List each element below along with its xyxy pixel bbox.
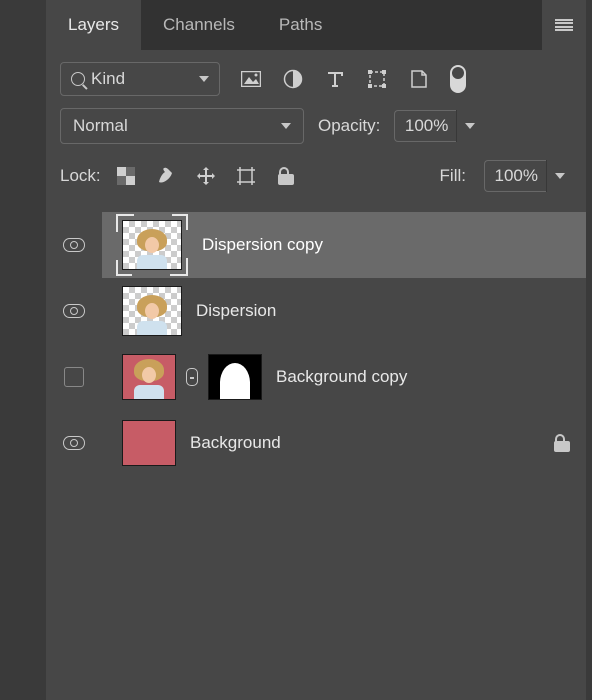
lock-artboard-icon[interactable] [235, 166, 257, 186]
layer-thumbnail[interactable] [122, 420, 176, 466]
chevron-down-icon [281, 123, 291, 129]
blend-row: Normal Opacity: 100% [46, 108, 586, 156]
layer-thumbnail[interactable] [122, 354, 176, 400]
filter-row: Kind [46, 50, 586, 108]
lock-icon [554, 434, 570, 452]
filter-kind-label: Kind [91, 69, 125, 89]
lock-row: Lock: Fill: 100% [46, 156, 586, 204]
layer-row[interactable]: Dispersion [46, 278, 586, 344]
filter-smartobject-icon[interactable] [408, 69, 430, 89]
filter-kind-dropdown[interactable]: Kind [60, 62, 220, 96]
chevron-down-icon [199, 76, 209, 82]
filter-pixel-icon[interactable] [240, 69, 262, 89]
filter-shape-icon[interactable] [366, 69, 388, 89]
layers-panel: Layers Channels Paths Kind [46, 0, 586, 700]
layer-name[interactable]: Dispersion copy [202, 235, 570, 255]
lock-image-icon[interactable] [155, 166, 177, 186]
lock-transparency-icon[interactable] [115, 166, 137, 186]
tab-layers[interactable]: Layers [46, 0, 141, 50]
filter-adjustment-icon[interactable] [282, 69, 304, 89]
mask-link-icon[interactable] [186, 368, 198, 386]
panel-menu-icon[interactable] [542, 0, 586, 50]
lock-all-icon[interactable] [275, 166, 297, 186]
layer-row[interactable]: Background [46, 410, 586, 476]
filter-type-icon[interactable] [324, 69, 346, 89]
layer-thumbnail[interactable] [116, 214, 188, 276]
filter-toggle[interactable] [450, 65, 466, 93]
visibility-eye-icon[interactable] [63, 304, 85, 318]
visibility-eye-icon[interactable] [63, 436, 85, 450]
tab-paths[interactable]: Paths [257, 0, 344, 50]
layer-mask-thumbnail[interactable] [208, 354, 262, 400]
fill-value-input[interactable]: 100% [484, 160, 546, 192]
opacity-value-input[interactable]: 100% [394, 110, 456, 142]
layer-row[interactable]: Background copy [46, 344, 586, 410]
tab-channels[interactable]: Channels [141, 0, 257, 50]
blend-mode-dropdown[interactable]: Normal [60, 108, 304, 144]
layer-name[interactable]: Dispersion [196, 301, 570, 321]
fill-slider-button[interactable] [546, 160, 572, 192]
visibility-eye-icon[interactable] [63, 238, 85, 252]
layer-name[interactable]: Background copy [276, 367, 570, 387]
search-icon [71, 72, 85, 86]
layer-name[interactable]: Background [190, 433, 540, 453]
blend-mode-value: Normal [73, 116, 128, 136]
layers-list: Dispersion copy Dispersion Background [46, 204, 586, 476]
opacity-slider-button[interactable] [456, 110, 482, 142]
fill-label: Fill: [440, 166, 466, 186]
layer-row[interactable]: Dispersion copy [46, 212, 586, 278]
opacity-label: Opacity: [318, 116, 380, 136]
panel-tabs: Layers Channels Paths [46, 0, 586, 50]
lock-position-icon[interactable] [195, 166, 217, 186]
layer-thumbnail[interactable] [122, 286, 182, 336]
lock-label: Lock: [60, 166, 101, 186]
visibility-empty-icon[interactable] [64, 367, 84, 387]
